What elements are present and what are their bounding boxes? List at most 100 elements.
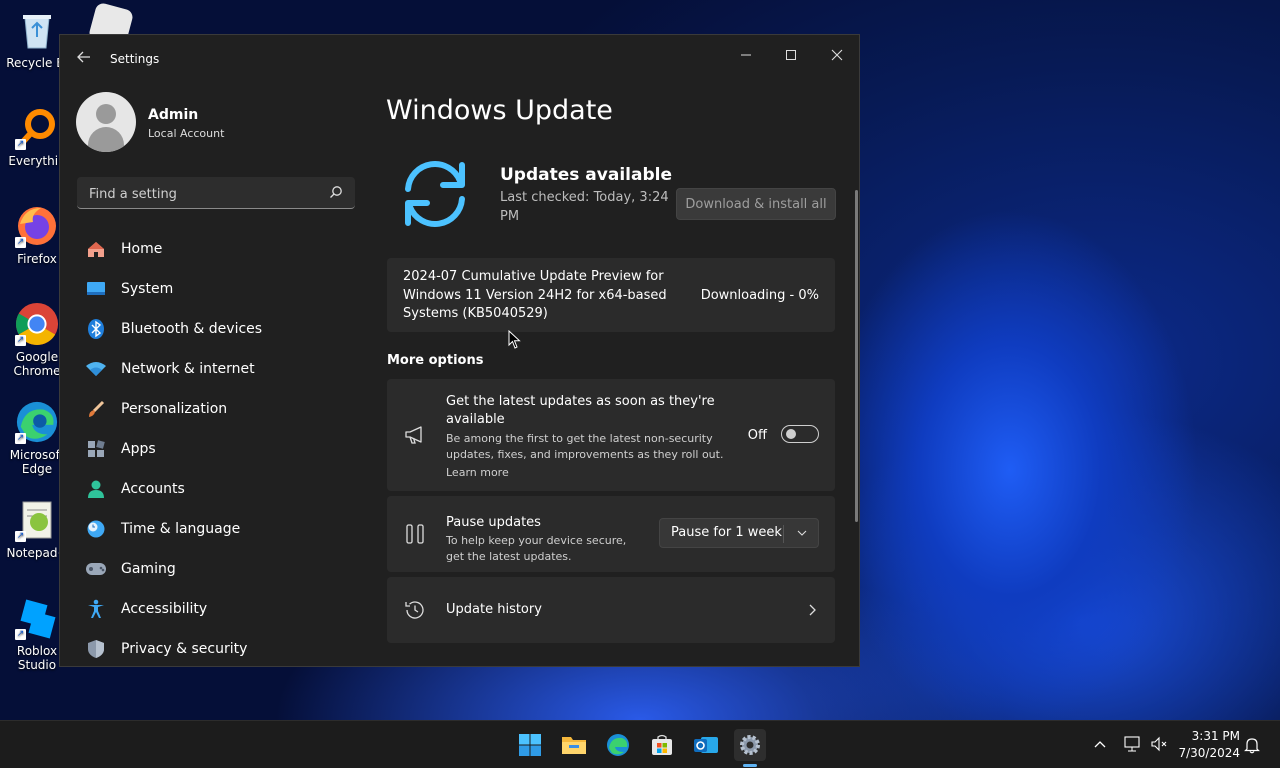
title-bar[interactable]: Settings <box>60 35 859 83</box>
avatar-head <box>96 104 116 124</box>
tray-clock-time[interactable]: 3:31 PM <box>1180 729 1240 743</box>
pause-icon <box>406 524 424 544</box>
learn-more-link[interactable]: Learn more <box>446 465 509 481</box>
close-icon <box>831 49 843 61</box>
taskbar-store[interactable] <box>646 729 678 761</box>
account-type: Local Account <box>148 127 225 140</box>
system-icon <box>85 278 107 300</box>
desktop-icon-label: Google Chrome <box>13 350 61 378</box>
desktop-icon-label: Microsoft Edge <box>9 448 65 476</box>
outlook-icon <box>694 737 718 753</box>
shield-icon <box>85 638 107 660</box>
taskbar-outlook[interactable] <box>690 729 722 761</box>
sidebar-item-gaming[interactable]: Gaming <box>77 549 363 589</box>
volume-muted-icon[interactable] <box>1150 736 1168 752</box>
start-icon <box>519 734 541 756</box>
megaphone-icon <box>405 426 422 444</box>
more-options-heading: More options <box>387 353 484 368</box>
tray-overflow-chevron-icon[interactable] <box>1094 739 1106 749</box>
shortcut-arrow-icon: ↗ <box>15 335 26 346</box>
content-scrollbar[interactable] <box>855 190 858 522</box>
latest-updates-description: Be among the first to get the latest non… <box>446 432 724 461</box>
sidebar-item-label: Gaming <box>121 561 176 577</box>
search-input[interactable] <box>87 183 321 205</box>
update-name: 2024-07 Cumulative Update Preview for Wi… <box>403 269 667 321</box>
sidebar-item-label: Personalization <box>121 401 228 417</box>
pending-update-card: 2024-07 Cumulative Update Preview for Wi… <box>387 258 835 332</box>
main-content: Windows Update Updates available Last ch… <box>386 83 848 666</box>
sidebar-item-label: System <box>121 281 174 297</box>
sidebar-item-personalization[interactable]: Personalization <box>77 389 363 429</box>
pause-duration-dropdown[interactable]: Pause for 1 week <box>659 518 819 548</box>
roblox-studio-icon: ↗ <box>15 596 59 640</box>
everything-search-icon: ↗ <box>15 106 59 150</box>
minimize-icon <box>741 54 751 56</box>
maximize-button[interactable] <box>768 41 814 73</box>
taskbar-edge[interactable] <box>602 729 634 761</box>
sidebar-item-home[interactable]: Home <box>77 229 363 269</box>
sidebar-item-bluetooth[interactable]: Bluetooth & devices <box>77 309 363 349</box>
search-box[interactable] <box>77 177 355 209</box>
brush-icon <box>85 398 107 420</box>
tray-clock-date[interactable]: 7/30/2024 <box>1172 746 1240 760</box>
chevron-right-icon <box>809 604 816 616</box>
sidebar-item-privacy-security[interactable]: Privacy & security <box>77 629 363 666</box>
sidebar-item-label: Network & internet <box>121 361 255 377</box>
edge-icon <box>607 734 629 756</box>
desktop-icon-label: Roblox Studio <box>16 644 58 672</box>
sidebar-item-label: Apps <box>121 441 156 457</box>
page-title: Windows Update <box>386 95 613 126</box>
search-icon[interactable] <box>329 185 343 199</box>
sidebar-item-time-language[interactable]: Time & language <box>77 509 363 549</box>
sidebar-item-label: Bluetooth & devices <box>121 321 263 337</box>
sidebar-item-accessibility[interactable]: Accessibility <box>77 589 363 629</box>
gamepad-icon <box>85 558 107 580</box>
file-explorer-icon <box>562 737 586 754</box>
last-checked-text: Last checked: Today, 3:24 PM <box>500 190 669 224</box>
update-history-card[interactable]: Update history <box>387 577 835 643</box>
sidebar-item-accounts[interactable]: Accounts <box>77 469 363 509</box>
download-install-all-button[interactable]: Download & install all <box>676 188 836 220</box>
apps-icon <box>85 438 107 460</box>
sidebar-item-network[interactable]: Network & internet <box>77 349 363 389</box>
close-button[interactable] <box>814 41 859 73</box>
avatar[interactable] <box>76 92 136 152</box>
toggle-state-label: Off <box>747 428 767 443</box>
network-icon[interactable] <box>1124 736 1142 752</box>
sidebar-item-label: Accessibility <box>121 601 208 617</box>
firefox-icon: ↗ <box>15 204 59 248</box>
sidebar-item-apps[interactable]: Apps <box>77 429 363 469</box>
settings-icon <box>740 735 760 755</box>
chevron-down-icon <box>797 530 807 536</box>
edge-icon: ↗ <box>15 400 59 444</box>
avatar-body <box>88 127 124 152</box>
taskbar-settings[interactable] <box>734 729 766 761</box>
active-app-indicator <box>743 764 757 767</box>
sidebar-nav: Home System Bluetooth & devices Network … <box>77 229 363 666</box>
taskbar-file-explorer[interactable] <box>558 729 590 761</box>
accounts-icon <box>85 478 107 500</box>
globe-clock-icon <box>85 518 107 540</box>
desktop-icon-label: Firefox <box>17 252 57 266</box>
sidebar-item-label: Home <box>121 241 163 257</box>
back-arrow-icon[interactable] <box>76 49 96 69</box>
latest-updates-card: Get the latest updates as soon as they'r… <box>387 379 835 491</box>
pause-updates-title: Pause updates <box>446 515 541 530</box>
history-icon <box>405 601 424 619</box>
sidebar-item-system[interactable]: System <box>77 269 363 309</box>
start-button[interactable] <box>514 729 546 761</box>
shortcut-arrow-icon: ↗ <box>15 531 26 542</box>
notification-bell-icon[interactable] <box>1244 736 1260 754</box>
accessibility-icon <box>85 598 107 620</box>
dropdown-selected-value: Pause for 1 week <box>671 525 782 540</box>
sync-icon <box>405 161 465 227</box>
minimize-button[interactable] <box>723 41 769 73</box>
shortcut-arrow-icon: ↗ <box>15 237 26 248</box>
pause-updates-description: To help keep your device secure, get the… <box>446 534 627 563</box>
latest-updates-toggle[interactable] <box>781 425 819 443</box>
toggle-knob <box>786 429 796 439</box>
recycle-bin-icon <box>15 8 59 52</box>
shortcut-arrow-icon: ↗ <box>15 629 26 640</box>
update-progress-status: Downloading - 0% <box>700 288 819 303</box>
settings-window: Settings Admin Local Account Home <box>59 34 860 667</box>
